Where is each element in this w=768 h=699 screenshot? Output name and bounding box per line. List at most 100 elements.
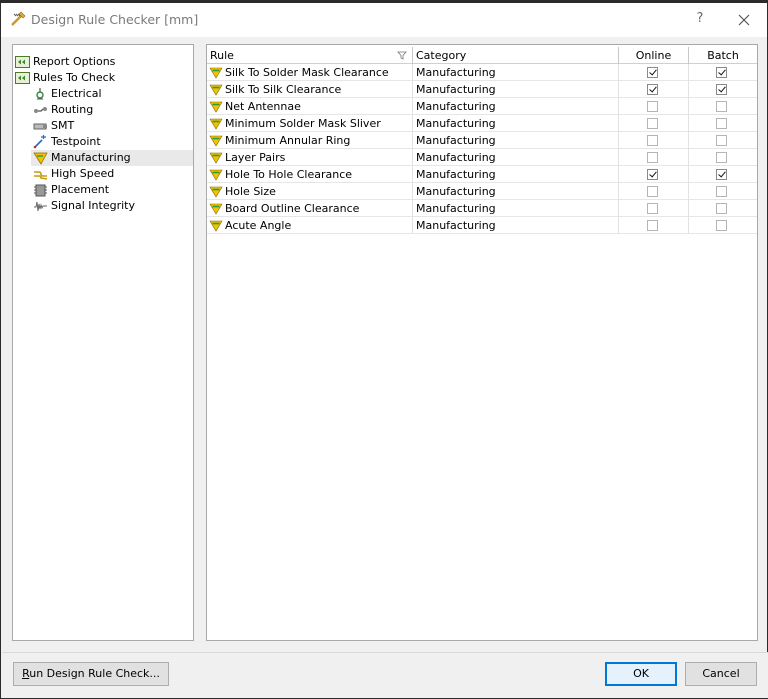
rule-icon [209, 203, 223, 215]
online-cell [619, 115, 689, 132]
rule-cell: Minimum Solder Mask Sliver [207, 115, 413, 132]
tree-item-label: Placement [51, 183, 110, 196]
batch-checkbox[interactable] [716, 101, 727, 112]
online-checkbox[interactable] [647, 67, 658, 78]
batch-cell [689, 149, 757, 166]
online-checkbox[interactable] [647, 118, 658, 129]
ok-button[interactable]: OK [605, 662, 677, 686]
column-header-batch-label: Batch [707, 49, 739, 62]
table-row[interactable]: Hole Size Manufacturing [207, 183, 757, 200]
batch-checkbox[interactable] [716, 118, 727, 129]
online-checkbox[interactable] [647, 84, 658, 95]
batch-checkbox[interactable] [716, 67, 727, 78]
column-header-rule[interactable]: Rule [207, 47, 413, 64]
rule-icon [209, 135, 223, 147]
online-checkbox[interactable] [647, 169, 658, 180]
tree-item-label: Routing [51, 103, 94, 116]
tree-item-manufacturing[interactable]: Manufacturing [31, 150, 193, 166]
tree-item-label: Electrical [51, 87, 102, 100]
online-cell [619, 98, 689, 115]
online-cell [619, 81, 689, 98]
online-checkbox[interactable] [647, 220, 658, 231]
rule-name: Hole Size [225, 185, 276, 198]
table-row[interactable]: Minimum Solder Mask Sliver Manufacturing [207, 115, 757, 132]
table-row[interactable]: Silk To Solder Mask Clearance Manufacturi… [207, 64, 757, 81]
online-cell [619, 132, 689, 149]
rule-category: Manufacturing [413, 217, 619, 234]
column-header-category-label: Category [416, 49, 467, 62]
electrical-icon [36, 88, 44, 100]
batch-checkbox[interactable] [716, 135, 727, 146]
online-cell [619, 217, 689, 234]
batch-checkbox[interactable] [716, 169, 727, 180]
online-checkbox[interactable] [647, 135, 658, 146]
rule-icon [209, 84, 223, 96]
batch-cell [689, 217, 757, 234]
batch-checkbox[interactable] [716, 152, 727, 163]
online-checkbox[interactable] [647, 101, 658, 112]
tree-item-label: SMT [51, 119, 75, 132]
table-row[interactable]: Board Outline Clearance Manufacturing [207, 200, 757, 217]
close-icon[interactable] [734, 10, 754, 30]
report-options-icon [15, 56, 30, 68]
run-design-rule-check-button[interactable]: Run Design Rule Check... [13, 662, 169, 686]
batch-cell [689, 183, 757, 200]
rule-cell: Layer Pairs [207, 149, 413, 166]
batch-checkbox[interactable] [716, 203, 727, 214]
table-row[interactable]: Acute Angle Manufacturing [207, 217, 757, 234]
batch-cell [689, 64, 757, 81]
online-cell [619, 183, 689, 200]
batch-checkbox[interactable] [716, 84, 727, 95]
online-cell [619, 149, 689, 166]
column-header-rule-label: Rule [210, 49, 234, 62]
rule-category: Manufacturing [413, 149, 619, 166]
rule-icon [209, 169, 223, 181]
title-bar[interactable]: Design Rule Checker [mm] ? [1, 3, 767, 37]
online-cell [619, 166, 689, 183]
table-row[interactable]: Layer Pairs Manufacturing [207, 149, 757, 166]
table-row[interactable]: Hole To Hole Clearance Manufacturing [207, 166, 757, 183]
drc-app-icon [11, 11, 26, 26]
online-checkbox[interactable] [647, 152, 658, 163]
rule-icon [209, 101, 223, 113]
column-header-online[interactable]: Online [619, 47, 689, 64]
table-row[interactable]: Net Antennae Manufacturing [207, 98, 757, 115]
online-cell [619, 200, 689, 217]
rule-cell: Hole To Hole Clearance [207, 166, 413, 183]
batch-checkbox[interactable] [716, 220, 727, 231]
high-speed-icon [34, 171, 48, 180]
online-cell [619, 64, 689, 81]
rule-cell: Silk To Solder Mask Clearance [207, 64, 413, 81]
help-button[interactable]: ? [689, 8, 711, 30]
rule-category: Manufacturing [413, 132, 619, 149]
online-checkbox[interactable] [647, 203, 658, 214]
drc-dialog: Design Rule Checker [mm] ? Report Option… [0, 0, 768, 699]
filter-icon[interactable] [397, 50, 407, 60]
rule-category: Manufacturing [413, 166, 619, 183]
table-row[interactable]: Minimum Annular Ring Manufacturing [207, 132, 757, 149]
rule-category: Manufacturing [413, 64, 619, 81]
online-checkbox[interactable] [647, 186, 658, 197]
rule-cell: Silk To Silk Clearance [207, 81, 413, 98]
routing-icon [34, 107, 47, 113]
rule-cell: Board Outline Clearance [207, 200, 413, 217]
batch-checkbox[interactable] [716, 186, 727, 197]
column-header-category[interactable]: Category [413, 47, 619, 64]
rule-icon [209, 152, 223, 164]
table-row[interactable]: Silk To Silk Clearance Manufacturing [207, 81, 757, 98]
rule-category: Manufacturing [413, 98, 619, 115]
rule-cell: Hole Size [207, 183, 413, 200]
tree-item-label: Report Options [33, 55, 116, 68]
rules-table: Rule Category Online Batch Silk To Solde… [206, 44, 758, 641]
rule-cell: Acute Angle [207, 217, 413, 234]
tree-item-label: Signal Integrity [51, 199, 135, 212]
batch-cell [689, 200, 757, 217]
rule-name: Minimum Annular Ring [225, 134, 351, 147]
cancel-button[interactable]: Cancel [685, 662, 757, 686]
rule-category: Manufacturing [413, 183, 619, 200]
smt-icon [33, 123, 47, 130]
column-header-batch[interactable]: Batch [689, 47, 757, 64]
placement-icon [34, 184, 47, 197]
rule-cell: Net Antennae [207, 98, 413, 115]
tree-item-label: Rules To Check [33, 71, 116, 84]
